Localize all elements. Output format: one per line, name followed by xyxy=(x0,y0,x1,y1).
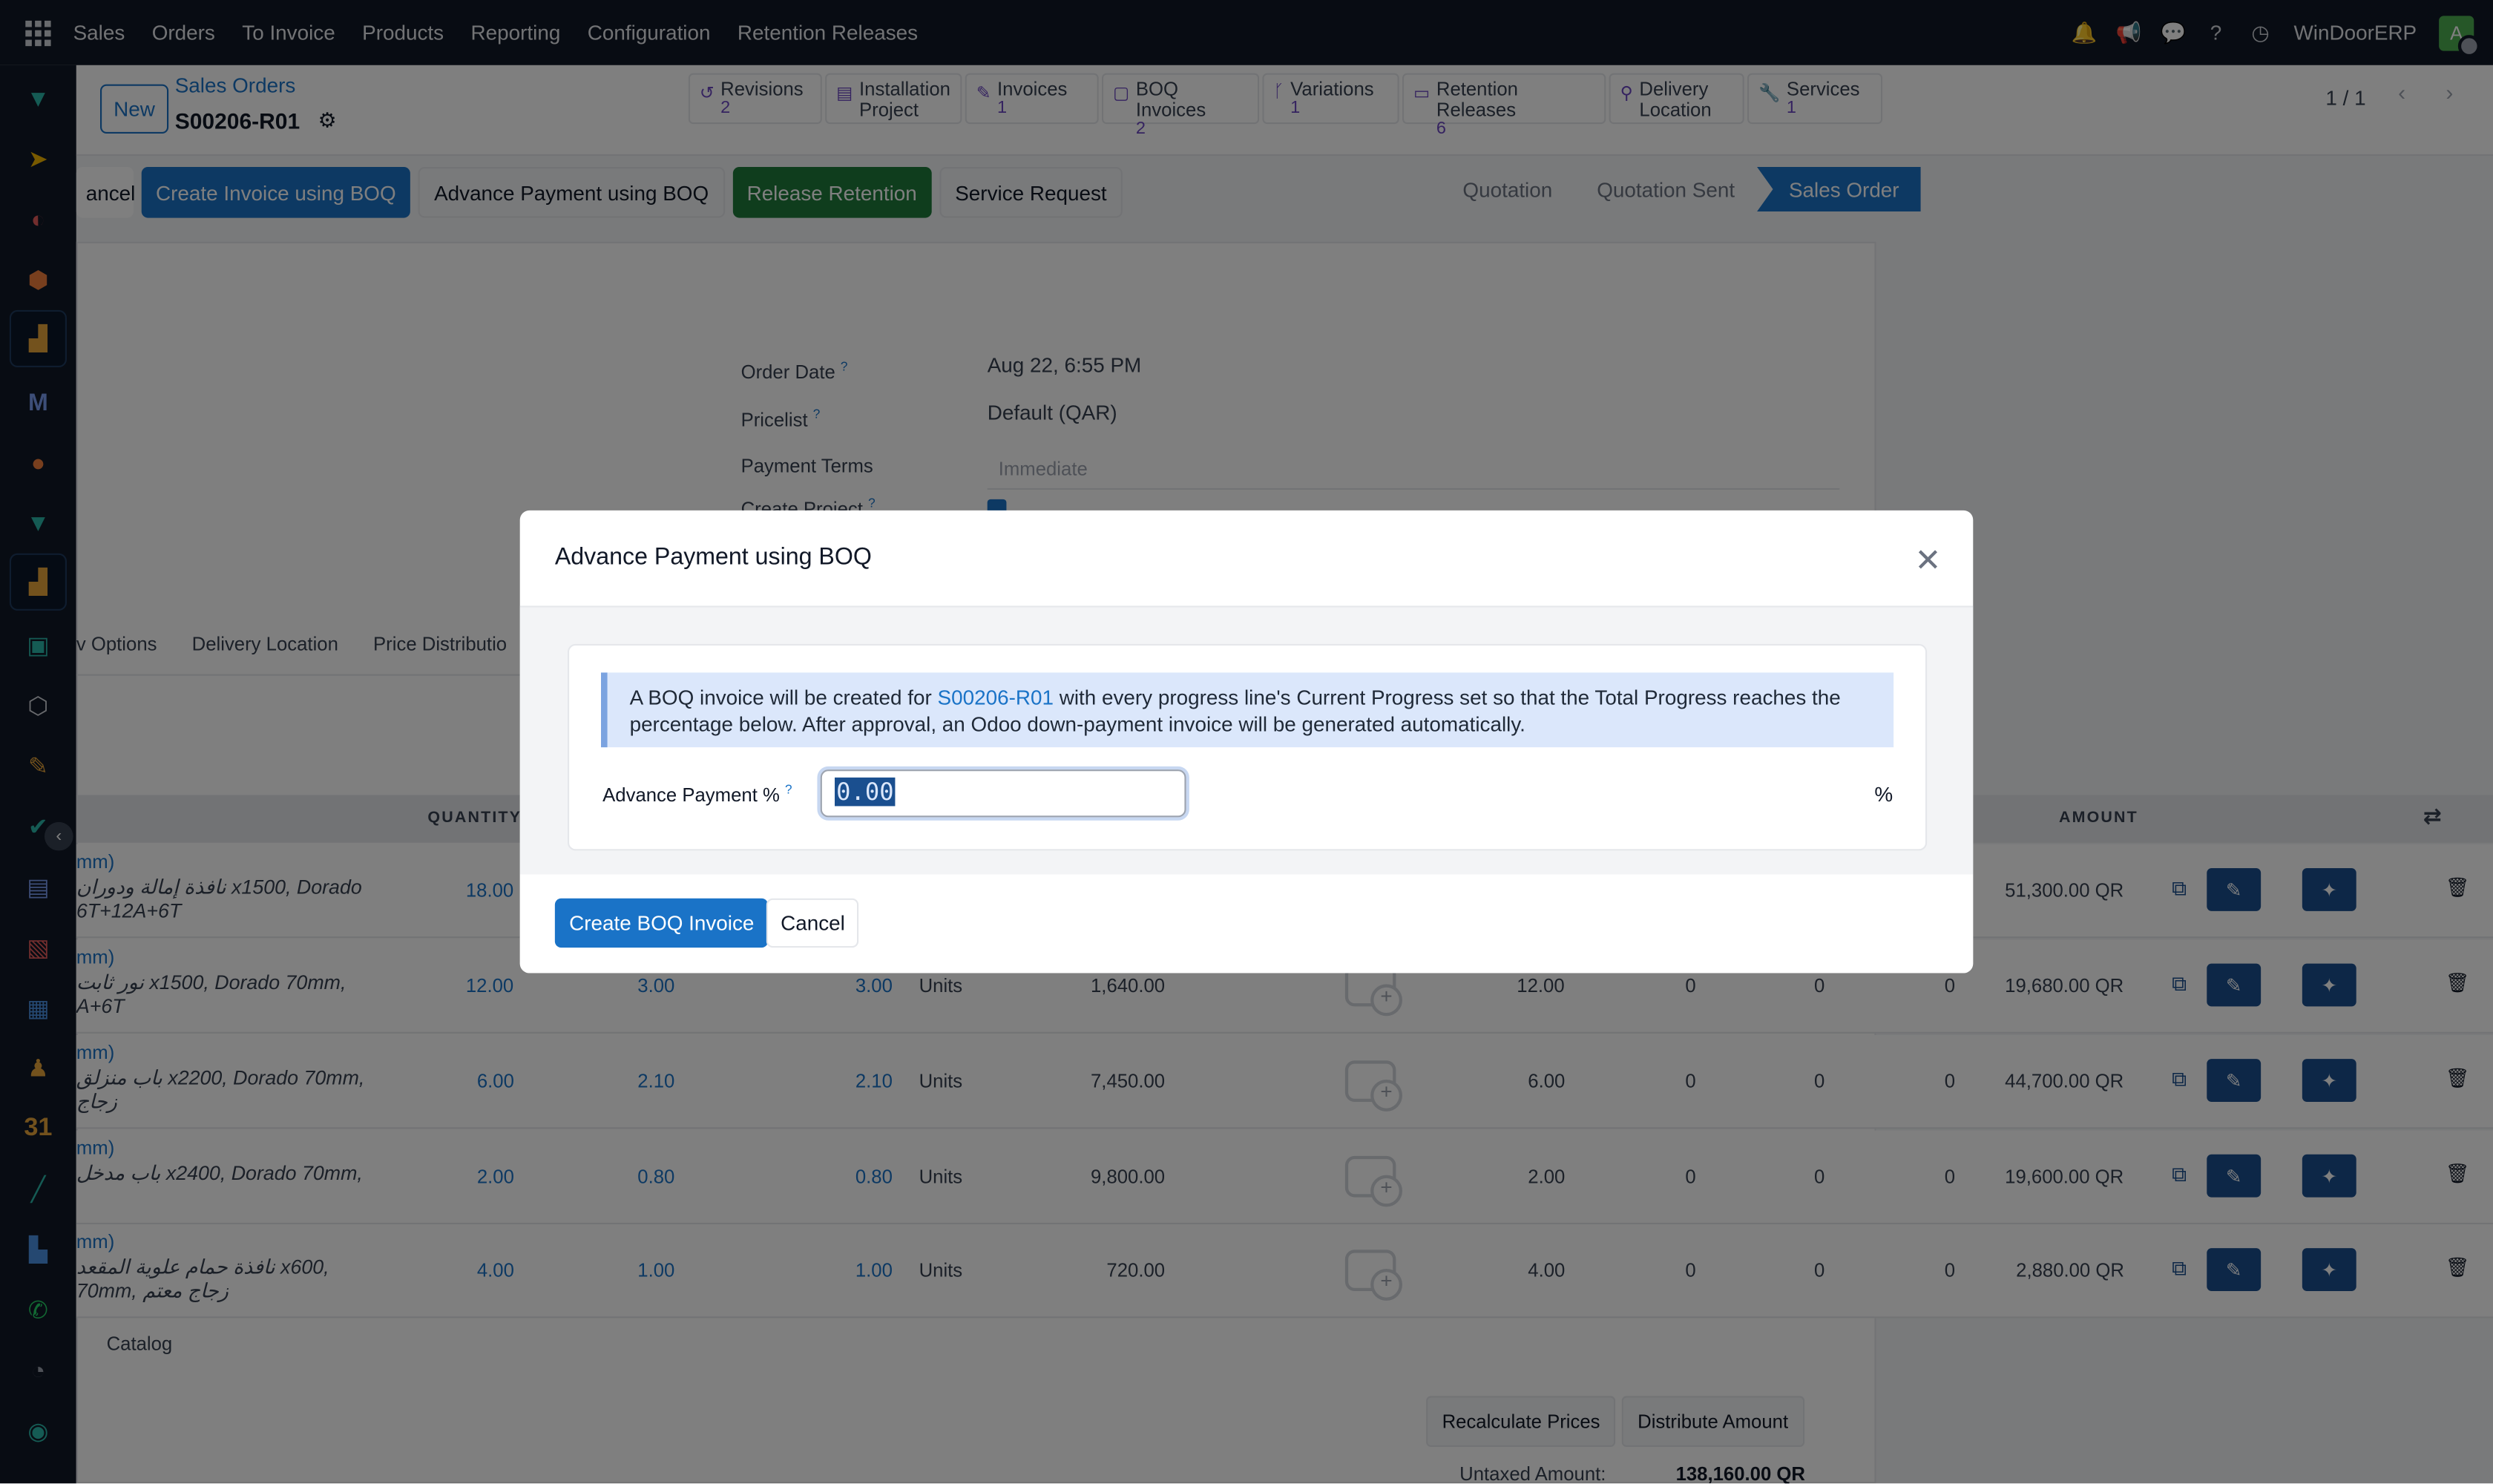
dialog-form-card: A BOQ invoice will be created for S00206… xyxy=(568,643,1928,851)
advance-payment-dialog: Advance Payment using BOQ ✕ A BOQ invoic… xyxy=(519,510,1974,974)
dialog-header: Advance Payment using BOQ ✕ xyxy=(519,510,1974,608)
close-icon[interactable]: ✕ xyxy=(1915,541,1942,581)
create-boq-invoice-button[interactable]: Create BOQ Invoice xyxy=(554,898,769,948)
dialog-footer: Create BOQ Invoice Cancel xyxy=(519,874,1974,974)
advance-payment-label: Advance Payment % ? xyxy=(602,782,792,807)
advance-payment-input[interactable]: 0.00 xyxy=(820,769,1186,818)
help-tooltip-icon[interactable]: ? xyxy=(785,782,792,796)
dialog-body: A BOQ invoice will be created for S00206… xyxy=(519,607,1974,875)
cancel-button[interactable]: Cancel xyxy=(766,898,860,948)
dialog-title: Advance Payment using BOQ xyxy=(554,543,872,571)
percent-symbol: % xyxy=(1874,782,1893,807)
order-reference-link[interactable]: S00206-R01 xyxy=(938,686,1054,709)
info-alert: A BOQ invoice will be created for S00206… xyxy=(601,672,1894,748)
